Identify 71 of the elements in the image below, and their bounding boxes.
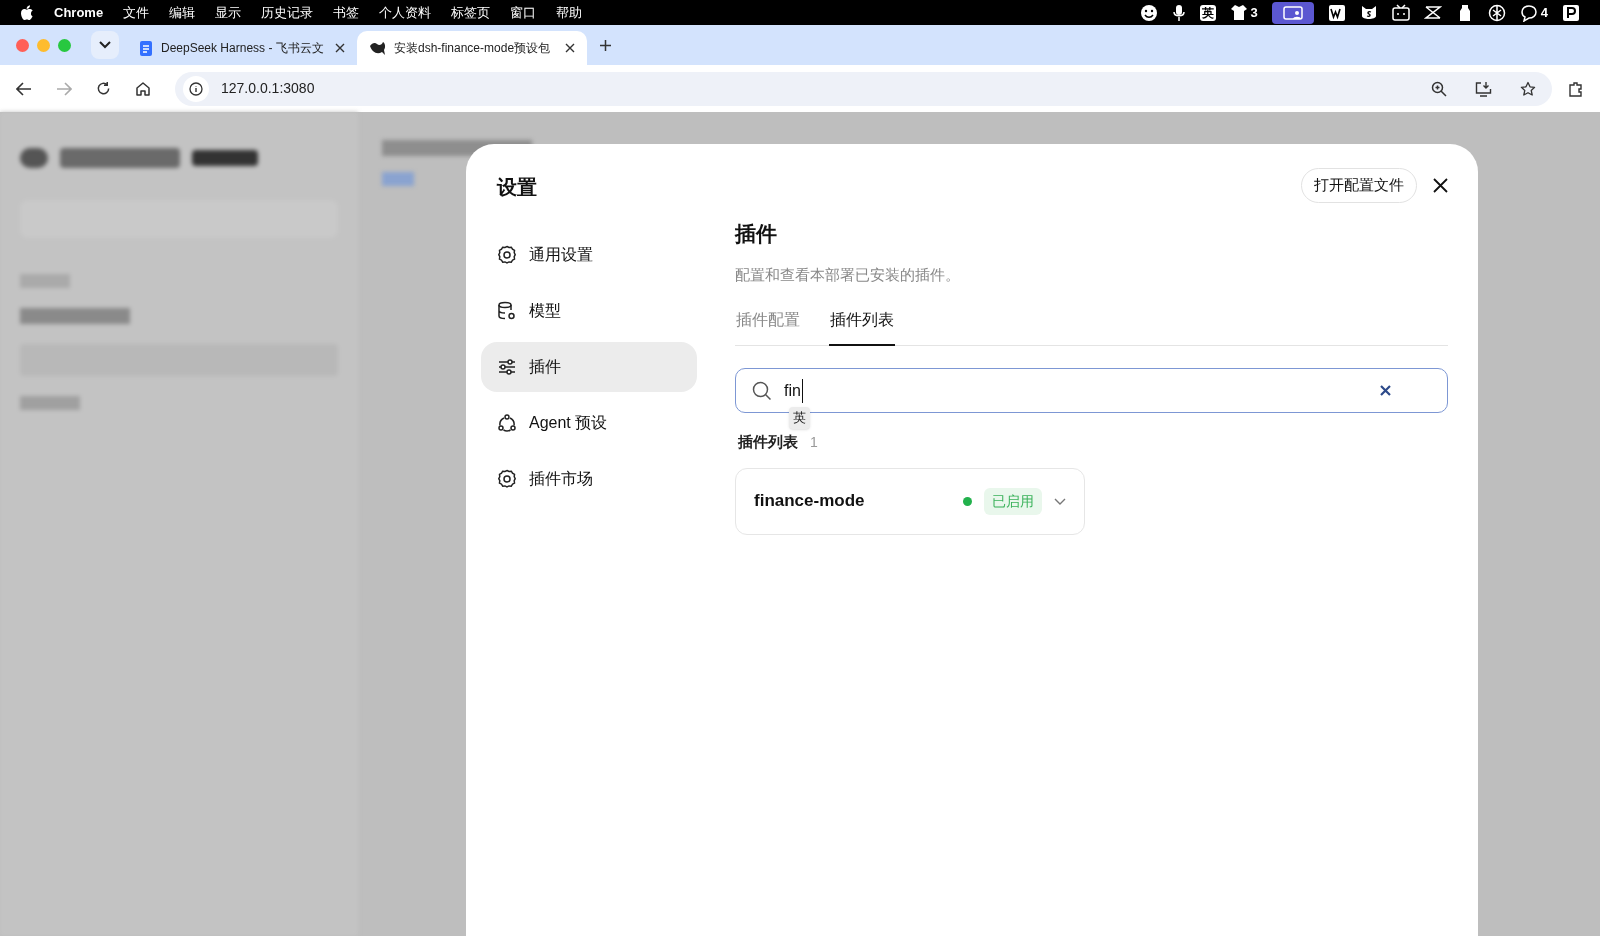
section-title: 插件 — [735, 221, 778, 247]
home-icon[interactable] — [135, 80, 151, 97]
nav-item[interactable]: Agent 预设 — [481, 398, 697, 448]
screen-share-button[interactable] — [1271, 1, 1314, 24]
dialog-title: 设置 — [495, 175, 538, 200]
list-heading: 插件列表 — [738, 432, 798, 452]
input-method-indicator[interactable]: 英 — [1199, 4, 1216, 21]
input-method-hint: 英 — [789, 407, 810, 429]
menu-item[interactable]: 帮助 — [556, 2, 583, 23]
crossed-lines-icon[interactable] — [1423, 4, 1442, 21]
settings-tab[interactable]: 插件配置 — [735, 308, 801, 346]
back-icon[interactable] — [16, 81, 32, 96]
status-tag: 已启用 — [984, 487, 1042, 515]
cat-icon[interactable] — [1359, 3, 1378, 22]
app-menu[interactable]: Chrome — [54, 2, 104, 23]
tv-icon[interactable] — [1391, 4, 1410, 21]
chevron-down-icon — [99, 41, 111, 49]
nav-item[interactable]: 通用设置 — [481, 230, 697, 280]
gear-icon — [497, 469, 517, 489]
w-letter-icon[interactable] — [1327, 3, 1346, 22]
close-icon[interactable] — [1433, 178, 1448, 193]
url-text: 127.0.0.1:3080 — [221, 79, 315, 98]
new-tab-icon[interactable] — [599, 39, 612, 52]
menu-item[interactable]: 个人资料 — [379, 2, 432, 23]
smiley-icon[interactable] — [1139, 3, 1158, 22]
menu-item[interactable]: 标签页 — [451, 2, 491, 23]
info-icon[interactable] — [189, 81, 203, 96]
gear-icon — [497, 245, 517, 265]
browser-tab[interactable]: 安装dsh-finance-mode预设包 — [357, 31, 587, 65]
menu-item[interactable]: 编辑 — [169, 2, 196, 23]
section-description: 配置和查看本部署已安装的插件。 — [735, 264, 961, 285]
search-icon — [752, 380, 772, 401]
badge-count: 3 — [1250, 3, 1258, 22]
cycle-nodes-icon — [497, 413, 517, 433]
badge-count: 4 — [1540, 3, 1548, 22]
tab-title: 安装dsh-finance-mode预设包 — [394, 40, 551, 57]
list-count: 1 — [810, 433, 818, 452]
install-icon[interactable] — [1475, 80, 1492, 97]
close-icon[interactable] — [565, 43, 575, 53]
zoom-icon[interactable] — [1431, 80, 1447, 97]
tab-search-button[interactable] — [91, 31, 119, 59]
plugin-card[interactable]: finance-mode 已启用 — [735, 467, 1085, 535]
shirt-icon[interactable] — [1229, 4, 1248, 21]
address-bar[interactable]: 127.0.0.1:3080 — [175, 71, 1552, 106]
settings-tab[interactable]: 插件列表 — [829, 308, 895, 346]
apple-logo-icon[interactable] — [20, 4, 34, 21]
nav-item[interactable]: 模型 — [481, 286, 697, 336]
sliders-icon — [497, 357, 517, 377]
reload-icon[interactable] — [96, 81, 111, 96]
p-letter-icon[interactable] — [1562, 3, 1580, 22]
search-text: fin — [784, 378, 803, 403]
extensions-icon[interactable] — [1568, 80, 1584, 97]
star-icon[interactable] — [1520, 80, 1536, 97]
plugin-name: finance-mode — [754, 490, 866, 513]
browser-tab[interactable]: DeepSeek Harness - 飞书云文 — [127, 31, 357, 65]
menu-item[interactable]: 文件 — [123, 2, 150, 23]
nav-item[interactable]: 插件 — [481, 342, 697, 392]
chat-bubble-icon[interactable] — [1519, 3, 1538, 22]
screen-person-icon — [1281, 3, 1304, 22]
clear-icon[interactable] — [1380, 385, 1391, 396]
database-gear-icon — [497, 301, 517, 321]
chevron-down-icon[interactable] — [1054, 497, 1066, 505]
menu-item[interactable]: 书签 — [333, 2, 360, 23]
menu-item[interactable]: 历史记录 — [261, 2, 314, 23]
tab-title: DeepSeek Harness - 飞书云文 — [161, 40, 324, 57]
menu-item[interactable]: 窗口 — [510, 2, 537, 23]
close-icon[interactable] — [335, 43, 345, 53]
nav-item[interactable]: 插件市场 — [481, 454, 697, 504]
document-icon — [139, 40, 153, 56]
menu-item[interactable]: 显示 — [215, 2, 242, 23]
microphone-icon[interactable] — [1171, 3, 1186, 22]
